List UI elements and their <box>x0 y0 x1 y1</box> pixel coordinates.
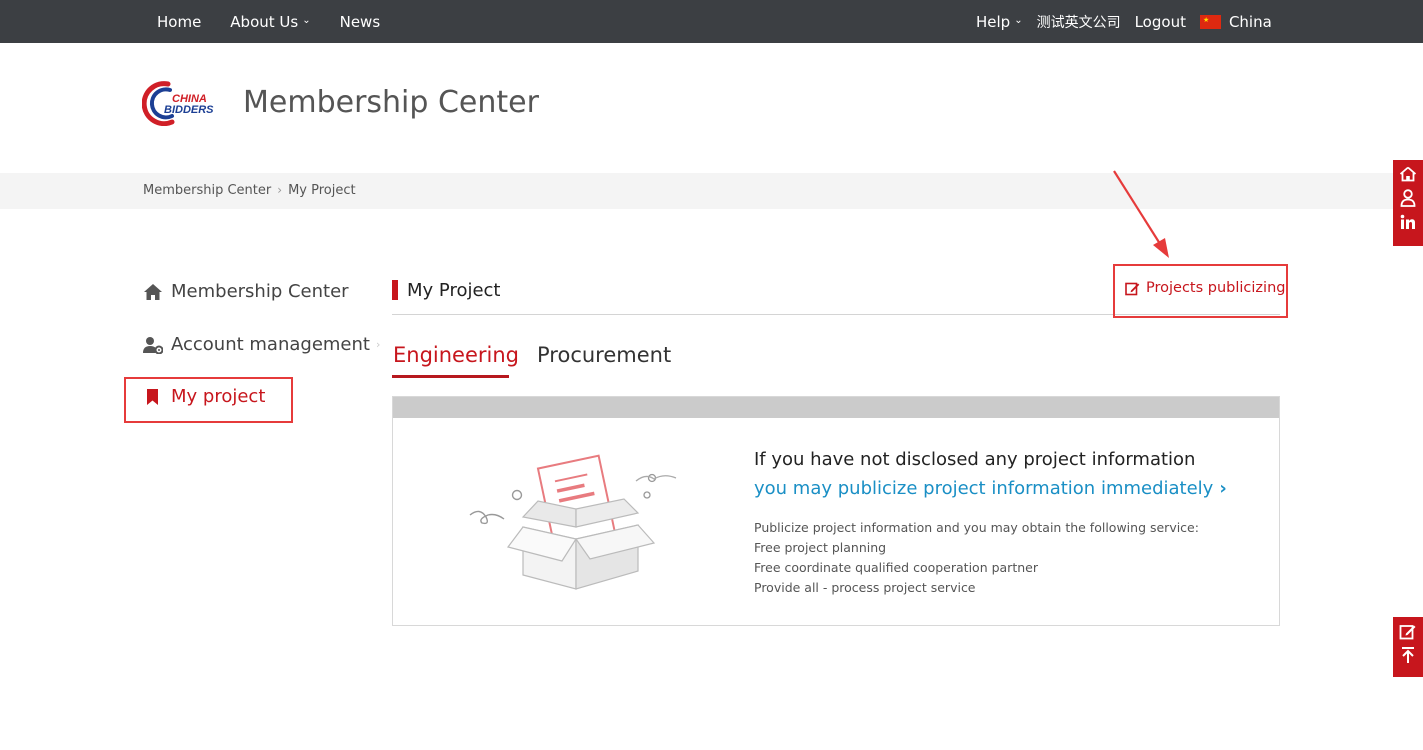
floating-toolbar-top <box>1393 160 1423 246</box>
country-label: China <box>1228 12 1272 31</box>
back-to-top-button[interactable] <box>1393 643 1423 667</box>
nav-help[interactable]: Help ⌄ <box>976 13 1023 31</box>
float-user-button[interactable] <box>1393 186 1423 210</box>
chinabidders-logo[interactable]: CHINA BIDDERS <box>141 80 224 127</box>
nav-home[interactable]: Home <box>157 13 201 31</box>
chevron-down-icon: ⌄ <box>1014 15 1023 26</box>
service-item: Free project planning <box>754 540 887 555</box>
highlight-box-projects-publicizing <box>1113 264 1288 318</box>
empty-state-headline: If you have not disclosed any project in… <box>754 449 1196 470</box>
service-item: Provide all - process project service <box>754 580 976 595</box>
sidebar-item-label: Membership Center <box>171 281 349 302</box>
top-nav-bar: Home About Us ⌄ News Help ⌄ 测试英文公司 Logou… <box>0 0 1423 43</box>
home-icon <box>144 283 162 300</box>
home-icon <box>1399 166 1417 182</box>
chevron-right-icon: › <box>375 338 381 351</box>
breadcrumb-item-my-project: My Project <box>288 183 356 198</box>
user-gear-icon <box>143 336 163 354</box>
user-nav: Help ⌄ 测试英文公司 Logout ★ China <box>976 0 1286 43</box>
section-title: My Project <box>392 279 501 301</box>
nav-help-label: Help <box>976 12 1011 31</box>
active-tab-indicator <box>392 375 509 378</box>
nav-about-us[interactable]: About Us ⌄ <box>230 13 310 31</box>
chevron-right-icon: › <box>1219 478 1227 499</box>
title-accent-bar <box>392 280 398 300</box>
tab-procurement[interactable]: Procurement <box>537 343 671 367</box>
edit-icon <box>1399 624 1416 639</box>
breadcrumb: Membership Center › My Project <box>143 183 356 198</box>
nav-news[interactable]: News <box>340 13 381 31</box>
section-title-label: My Project <box>407 279 501 301</box>
tab-engineering[interactable]: Engineering <box>393 343 519 367</box>
empty-box-illustration-icon <box>469 454 677 590</box>
service-item: Free coordinate qualified cooperation pa… <box>754 560 1038 575</box>
china-flag-icon: ★ <box>1199 14 1221 29</box>
floating-toolbar-bottom <box>1393 617 1423 677</box>
chevron-right-icon: › <box>277 183 283 197</box>
linkedin-icon <box>1400 214 1415 229</box>
annotation-arrow-icon <box>1113 170 1169 258</box>
company-name-link[interactable]: 测试英文公司 <box>1037 12 1121 32</box>
sidebar-item-label: Account management <box>171 334 370 355</box>
logout-link[interactable]: Logout <box>1135 13 1186 31</box>
back-to-top-icon <box>1402 647 1414 663</box>
main-nav: Home About Us ⌄ News <box>157 0 409 43</box>
float-home-button[interactable] <box>1393 162 1423 186</box>
country-selector[interactable]: ★ China <box>1199 12 1272 31</box>
float-linkedin-button[interactable] <box>1393 210 1423 234</box>
float-edit-button[interactable] <box>1393 619 1423 643</box>
service-intro-text: Publicize project information and you ma… <box>754 520 1199 535</box>
sidebar-item-membership-center[interactable]: Membership Center <box>143 281 349 302</box>
user-icon <box>1400 189 1416 207</box>
sidebar-item-account-management[interactable]: Account management › <box>143 334 380 355</box>
empty-state-panel: If you have not disclosed any project in… <box>392 396 1280 626</box>
page-title: Membership Center <box>243 85 539 120</box>
logo-text-bidders: BIDDERS <box>164 104 214 116</box>
highlight-box-my-project <box>124 377 293 423</box>
publicize-now-label: you may publicize project information im… <box>754 478 1214 499</box>
publicize-now-link[interactable]: you may publicize project information im… <box>754 478 1227 499</box>
nav-about-us-label: About Us <box>230 12 299 31</box>
chevron-down-icon: ⌄ <box>302 15 311 26</box>
panel-header-bar <box>393 397 1279 418</box>
breadcrumb-item-membership-center[interactable]: Membership Center <box>143 183 271 198</box>
